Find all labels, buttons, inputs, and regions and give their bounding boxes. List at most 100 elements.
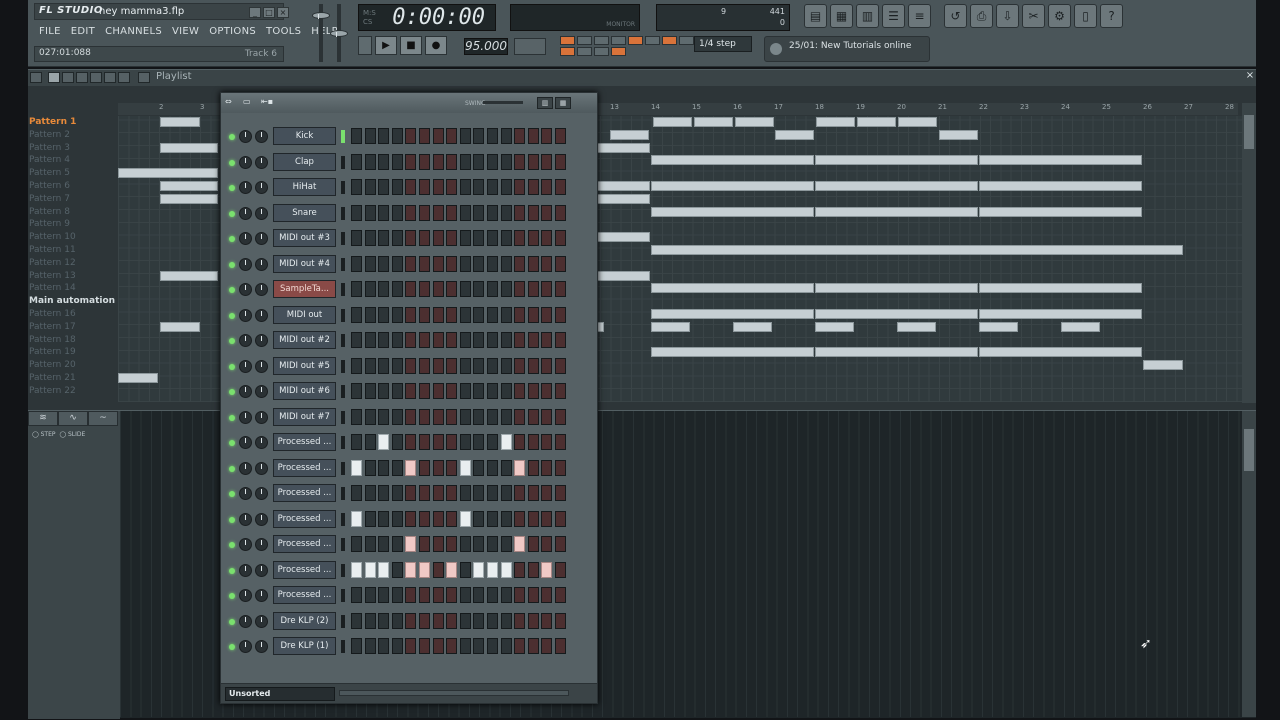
step-button[interactable]: [391, 536, 403, 552]
step-button[interactable]: [459, 306, 471, 323]
step-button[interactable]: [446, 306, 458, 323]
sequencer-menu-icon[interactable]: ⇔: [225, 97, 232, 108]
step-button[interactable]: [541, 561, 553, 578]
step-button[interactable]: [446, 281, 458, 297]
step-button[interactable]: [378, 357, 390, 374]
save-icon[interactable]: ⎙: [970, 4, 993, 28]
channel-volume-knob[interactable]: [255, 589, 268, 602]
pattern-clip[interactable]: [118, 373, 158, 383]
channel-select-indicator[interactable]: [341, 130, 345, 143]
pattern-clip[interactable]: [160, 270, 218, 281]
tab-pitch[interactable]: ~: [88, 411, 118, 426]
step-button[interactable]: [446, 179, 458, 195]
step-button[interactable]: [446, 332, 458, 348]
step-button[interactable]: [418, 332, 430, 348]
channel-select-indicator[interactable]: [341, 538, 345, 551]
playlist-scrollbar[interactable]: [1242, 103, 1256, 403]
step-button[interactable]: [541, 357, 553, 374]
step-button[interactable]: [514, 434, 526, 450]
channel-volume-knob[interactable]: [255, 487, 268, 500]
pattern-name[interactable]: Pattern 13: [28, 270, 118, 283]
pattern-name[interactable]: Pattern 5: [28, 167, 118, 180]
step-button[interactable]: [500, 128, 512, 144]
step-button[interactable]: [473, 561, 485, 578]
step-button[interactable]: [378, 510, 390, 527]
step-button[interactable]: [351, 408, 362, 425]
channel-mute-led-icon[interactable]: [229, 159, 235, 166]
stop-button[interactable]: ■: [400, 36, 422, 55]
step-button[interactable]: [391, 485, 403, 501]
channel-pan-knob[interactable]: [239, 538, 252, 551]
pattern-name[interactable]: Pattern 1: [28, 116, 118, 129]
channel-name-button[interactable]: MIDI out #4: [273, 254, 336, 273]
step-button[interactable]: [486, 510, 498, 527]
channel-select-indicator[interactable]: [341, 334, 345, 347]
step-button[interactable]: [446, 587, 458, 603]
step-button[interactable]: [432, 587, 444, 603]
step-button[interactable]: [486, 408, 498, 425]
menu-options[interactable]: OPTIONS: [204, 24, 261, 41]
step-button[interactable]: [364, 230, 376, 246]
step-button[interactable]: [541, 230, 553, 246]
pattern-selector[interactable]: [514, 38, 546, 55]
delete-tool-icon[interactable]: [76, 72, 88, 83]
step-button[interactable]: [351, 357, 362, 374]
step-button[interactable]: [364, 281, 376, 297]
channel-name-button[interactable]: MIDI out #7: [273, 407, 336, 426]
channel-name-button[interactable]: Snare: [273, 203, 336, 222]
pattern-clip[interactable]: [160, 193, 218, 204]
step-button[interactable]: [391, 153, 403, 170]
step-button[interactable]: [514, 179, 526, 195]
pattern-clip[interactable]: [898, 117, 937, 127]
pattern-clip[interactable]: [939, 129, 978, 140]
step-button[interactable]: [514, 561, 526, 578]
step-button[interactable]: [554, 408, 566, 425]
step-button[interactable]: [446, 128, 458, 144]
step-button[interactable]: [405, 230, 417, 246]
step-button[interactable]: [378, 281, 390, 297]
channel-pan-knob[interactable]: [239, 614, 252, 628]
channel-pan-knob[interactable]: [239, 155, 252, 169]
channel-name-button[interactable]: Processed ...: [273, 458, 336, 477]
step-button[interactable]: [473, 281, 485, 297]
step-button[interactable]: [351, 485, 362, 501]
step-button[interactable]: [351, 638, 362, 654]
channel-select-indicator[interactable]: [341, 410, 345, 424]
step-button[interactable]: [459, 408, 471, 425]
step-button[interactable]: [486, 561, 498, 578]
step-button[interactable]: [405, 357, 417, 374]
channel-mute-led-icon[interactable]: [229, 465, 235, 472]
step-button[interactable]: [554, 485, 566, 501]
step-button[interactable]: [432, 408, 444, 425]
channel-pan-knob[interactable]: [239, 181, 252, 194]
swing-slider[interactable]: [483, 101, 523, 104]
step-button[interactable]: [405, 383, 417, 399]
step-button[interactable]: [418, 587, 430, 603]
news-panel[interactable]: 25/01: New Tutorials online: [764, 36, 930, 62]
step-button[interactable]: [391, 357, 403, 374]
step-button[interactable]: [541, 153, 553, 170]
step-button[interactable]: [391, 612, 403, 629]
channel-mute-led-icon[interactable]: [229, 287, 235, 293]
step-button[interactable]: [351, 255, 362, 272]
step-button[interactable]: [351, 128, 362, 144]
step-button[interactable]: [378, 408, 390, 425]
step-button[interactable]: [378, 179, 390, 195]
step-button[interactable]: [554, 306, 566, 323]
master-pitch-slider[interactable]: [328, 4, 350, 62]
step-button[interactable]: [432, 485, 444, 501]
step-button[interactable]: [432, 230, 444, 246]
channel-pan-knob[interactable]: [239, 257, 252, 271]
channel-select-indicator[interactable]: [341, 563, 345, 577]
channel-volume-knob[interactable]: [255, 512, 268, 526]
step-edit-icon[interactable]: [577, 36, 592, 45]
step-button[interactable]: [459, 638, 471, 654]
channel-name-button[interactable]: MIDI out #6: [273, 382, 336, 400]
channel-mute-led-icon[interactable]: [229, 134, 235, 140]
step-button[interactable]: [364, 179, 376, 195]
channel-volume-knob[interactable]: [255, 308, 268, 322]
undo-icon[interactable]: ↺: [944, 4, 967, 28]
multilink-icon[interactable]: [662, 36, 677, 45]
step-button[interactable]: [391, 587, 403, 603]
channel-name-button[interactable]: Dre KLP (2): [273, 611, 336, 630]
